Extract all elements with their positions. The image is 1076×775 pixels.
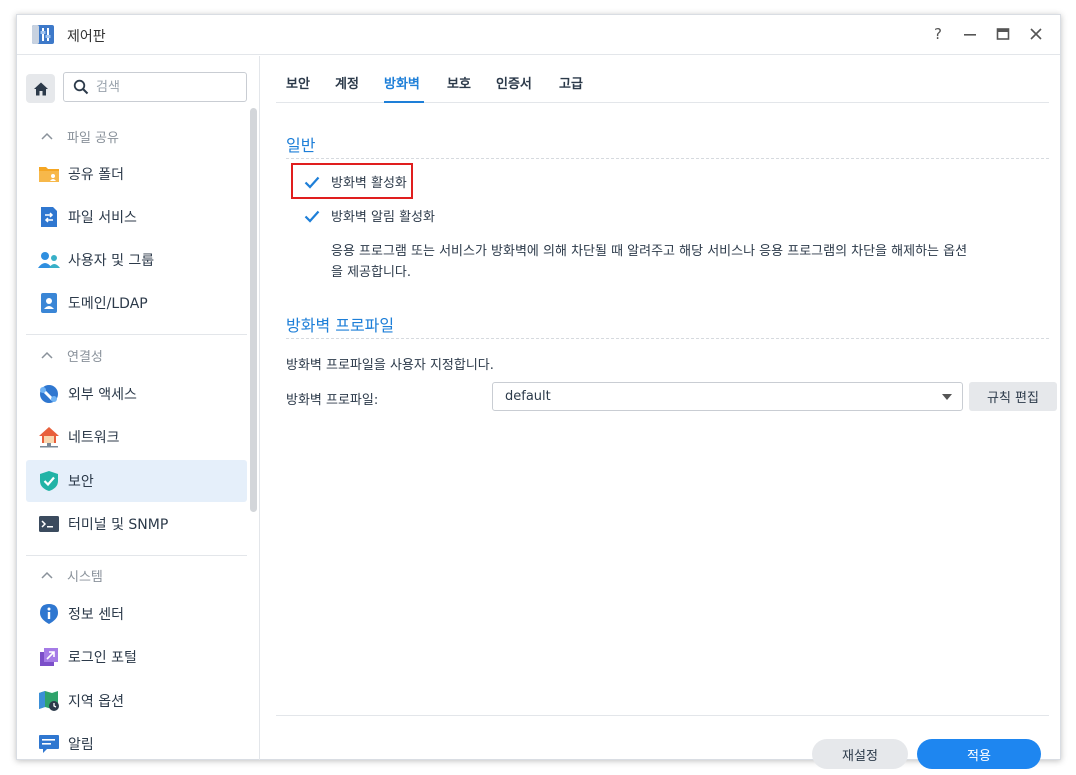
sidebar-item-label: 공유 폴더 <box>68 167 124 183</box>
sidebar-item-label: 터미널 및 SNMP <box>68 517 169 533</box>
maximize-icon <box>996 28 1010 40</box>
folder-share-icon <box>38 163 60 185</box>
group-connectivity[interactable]: 연결성 <box>17 340 247 370</box>
sidebar-item-label: 파일 서비스 <box>68 210 137 226</box>
group-file-sharing[interactable]: 파일 공유 <box>17 121 247 151</box>
chevron-up-icon <box>41 568 55 583</box>
home-icon <box>33 82 48 95</box>
chevron-up-icon <box>41 348 55 363</box>
profile-description: 방화벽 프로파일을 사용자 지정합니다. <box>286 358 494 373</box>
sidebar-item-domain-ldap[interactable]: 도메인/LDAP <box>26 282 247 324</box>
checkmark-icon <box>304 176 320 189</box>
sidebar-scrollbar[interactable] <box>250 108 257 512</box>
sidebar-item-regional-options[interactable]: 지역 옵션 <box>26 680 247 722</box>
enable-firewall-checkbox[interactable] <box>303 173 321 191</box>
help-button[interactable]: ? <box>928 24 948 44</box>
sidebar-item-label: 정보 센터 <box>68 607 124 623</box>
group-label: 파일 공유 <box>67 130 119 146</box>
group-divider <box>26 334 247 335</box>
shield-icon <box>38 470 60 492</box>
section-divider <box>286 158 1049 159</box>
profile-select[interactable]: default <box>492 382 963 411</box>
enable-firewall-row: 방화벽 활성화 <box>303 172 407 191</box>
sidebar-item-shared-folder[interactable]: 공유 폴더 <box>26 153 247 195</box>
group-label: 시스템 <box>67 569 103 585</box>
home-button[interactable] <box>26 74 55 103</box>
apply-button[interactable]: 적용 <box>917 739 1041 769</box>
description-line: 을 제공합니다. <box>331 265 412 280</box>
network-house-icon <box>38 426 60 448</box>
reset-button[interactable]: 재설정 <box>812 739 908 769</box>
sidebar-item-network[interactable]: 네트워크 <box>26 416 247 458</box>
external-access-icon <box>38 383 60 405</box>
users-icon <box>38 249 60 271</box>
dropdown-caret-icon <box>942 394 952 400</box>
edit-rules-button[interactable]: 규칙 편집 <box>969 382 1057 411</box>
sidebar-item-login-portal[interactable]: 로그인 포털 <box>26 636 247 678</box>
sidebar-item-label: 지역 옵션 <box>68 694 124 710</box>
tab-bar: 보안 계정 방화벽 보호 인증서 고급 <box>276 56 1049 103</box>
sidebar-item-label: 사용자 및 그룹 <box>68 253 155 269</box>
notification-description: 응용 프로그램 또는 서비스가 방화벽에 의해 차단될 때 알려주고 해당 서비… <box>331 241 1049 283</box>
tab-firewall[interactable]: 방화벽 <box>384 73 420 92</box>
window-title: 제어판 <box>67 29 106 45</box>
sidebar-item-label: 알림 <box>68 737 94 753</box>
sidebar: 파일 공유 공유 폴더 파일 서비스 사용자 및 그룹 도메인/LDAP <box>17 56 260 760</box>
group-system[interactable]: 시스템 <box>17 560 247 590</box>
tab-account[interactable]: 계정 <box>335 73 359 92</box>
sidebar-item-info-center[interactable]: 정보 센터 <box>26 593 247 635</box>
maximize-button[interactable] <box>993 24 1013 44</box>
sidebar-item-notification[interactable]: 알림 <box>26 723 247 760</box>
sidebar-item-user-group[interactable]: 사용자 및 그룹 <box>26 239 247 281</box>
sidebar-item-label: 로그인 포털 <box>68 650 137 666</box>
control-panel-window: 제어판 ? 파일 공유 <box>16 14 1061 769</box>
active-tab-indicator <box>384 101 424 103</box>
group-divider <box>26 555 247 556</box>
tab-security[interactable]: 보안 <box>286 73 310 92</box>
description-line: 응용 프로그램 또는 서비스가 방화벽에 의해 차단될 때 알려주고 해당 서비… <box>331 244 968 259</box>
sidebar-item-security[interactable]: 보안 <box>26 460 247 502</box>
tab-advanced[interactable]: 고급 <box>559 73 583 92</box>
search-input[interactable] <box>96 78 236 96</box>
tab-protection[interactable]: 보호 <box>447 73 471 92</box>
enable-firewall-label: 방화벽 활성화 <box>331 176 407 191</box>
sidebar-item-label: 보안 <box>68 474 94 490</box>
sidebar-item-label: 네트워크 <box>68 430 120 446</box>
title-bar: 제어판 ? <box>17 15 1060 55</box>
enable-notifications-row: 방화벽 알림 활성화 <box>303 206 435 225</box>
sidebar-item-label: 도메인/LDAP <box>68 296 148 312</box>
section-title-general: 일반 <box>286 136 316 155</box>
group-label: 연결성 <box>67 349 103 365</box>
sidebar-item-file-services[interactable]: 파일 서비스 <box>26 196 247 238</box>
search-icon <box>73 79 89 95</box>
domain-icon <box>38 292 60 314</box>
notification-icon <box>38 733 60 755</box>
section-title-profile: 방화벽 프로파일 <box>286 316 395 335</box>
regional-map-icon <box>38 690 60 712</box>
terminal-icon <box>38 513 60 535</box>
main-panel: 보안 계정 방화벽 보호 인증서 고급 일반 방화벽 활성화 방화벽 알림 활성… <box>276 56 1057 769</box>
enable-notifications-label: 방화벽 알림 활성화 <box>331 210 435 225</box>
footer-divider <box>276 715 1049 716</box>
tab-certificate[interactable]: 인증서 <box>496 73 532 92</box>
login-portal-icon <box>38 646 60 668</box>
search-field[interactable] <box>63 72 247 102</box>
file-services-icon <box>38 206 60 228</box>
chevron-up-icon <box>41 129 55 144</box>
close-button[interactable] <box>1026 24 1046 44</box>
profile-select-value: default <box>505 389 551 404</box>
minimize-button[interactable] <box>960 24 980 44</box>
section-divider <box>286 338 1049 339</box>
sidebar-item-label: 외부 액세스 <box>68 387 137 403</box>
profile-label: 방화벽 프로파일: <box>286 393 379 408</box>
control-panel-app-icon <box>31 22 55 46</box>
close-icon <box>1030 28 1042 40</box>
checkmark-icon <box>304 210 320 223</box>
enable-notifications-checkbox[interactable] <box>303 207 321 225</box>
info-icon <box>38 603 60 625</box>
minimize-icon <box>964 34 976 36</box>
sidebar-item-terminal-snmp[interactable]: 터미널 및 SNMP <box>26 503 247 545</box>
sidebar-item-external-access[interactable]: 외부 액세스 <box>26 373 247 415</box>
